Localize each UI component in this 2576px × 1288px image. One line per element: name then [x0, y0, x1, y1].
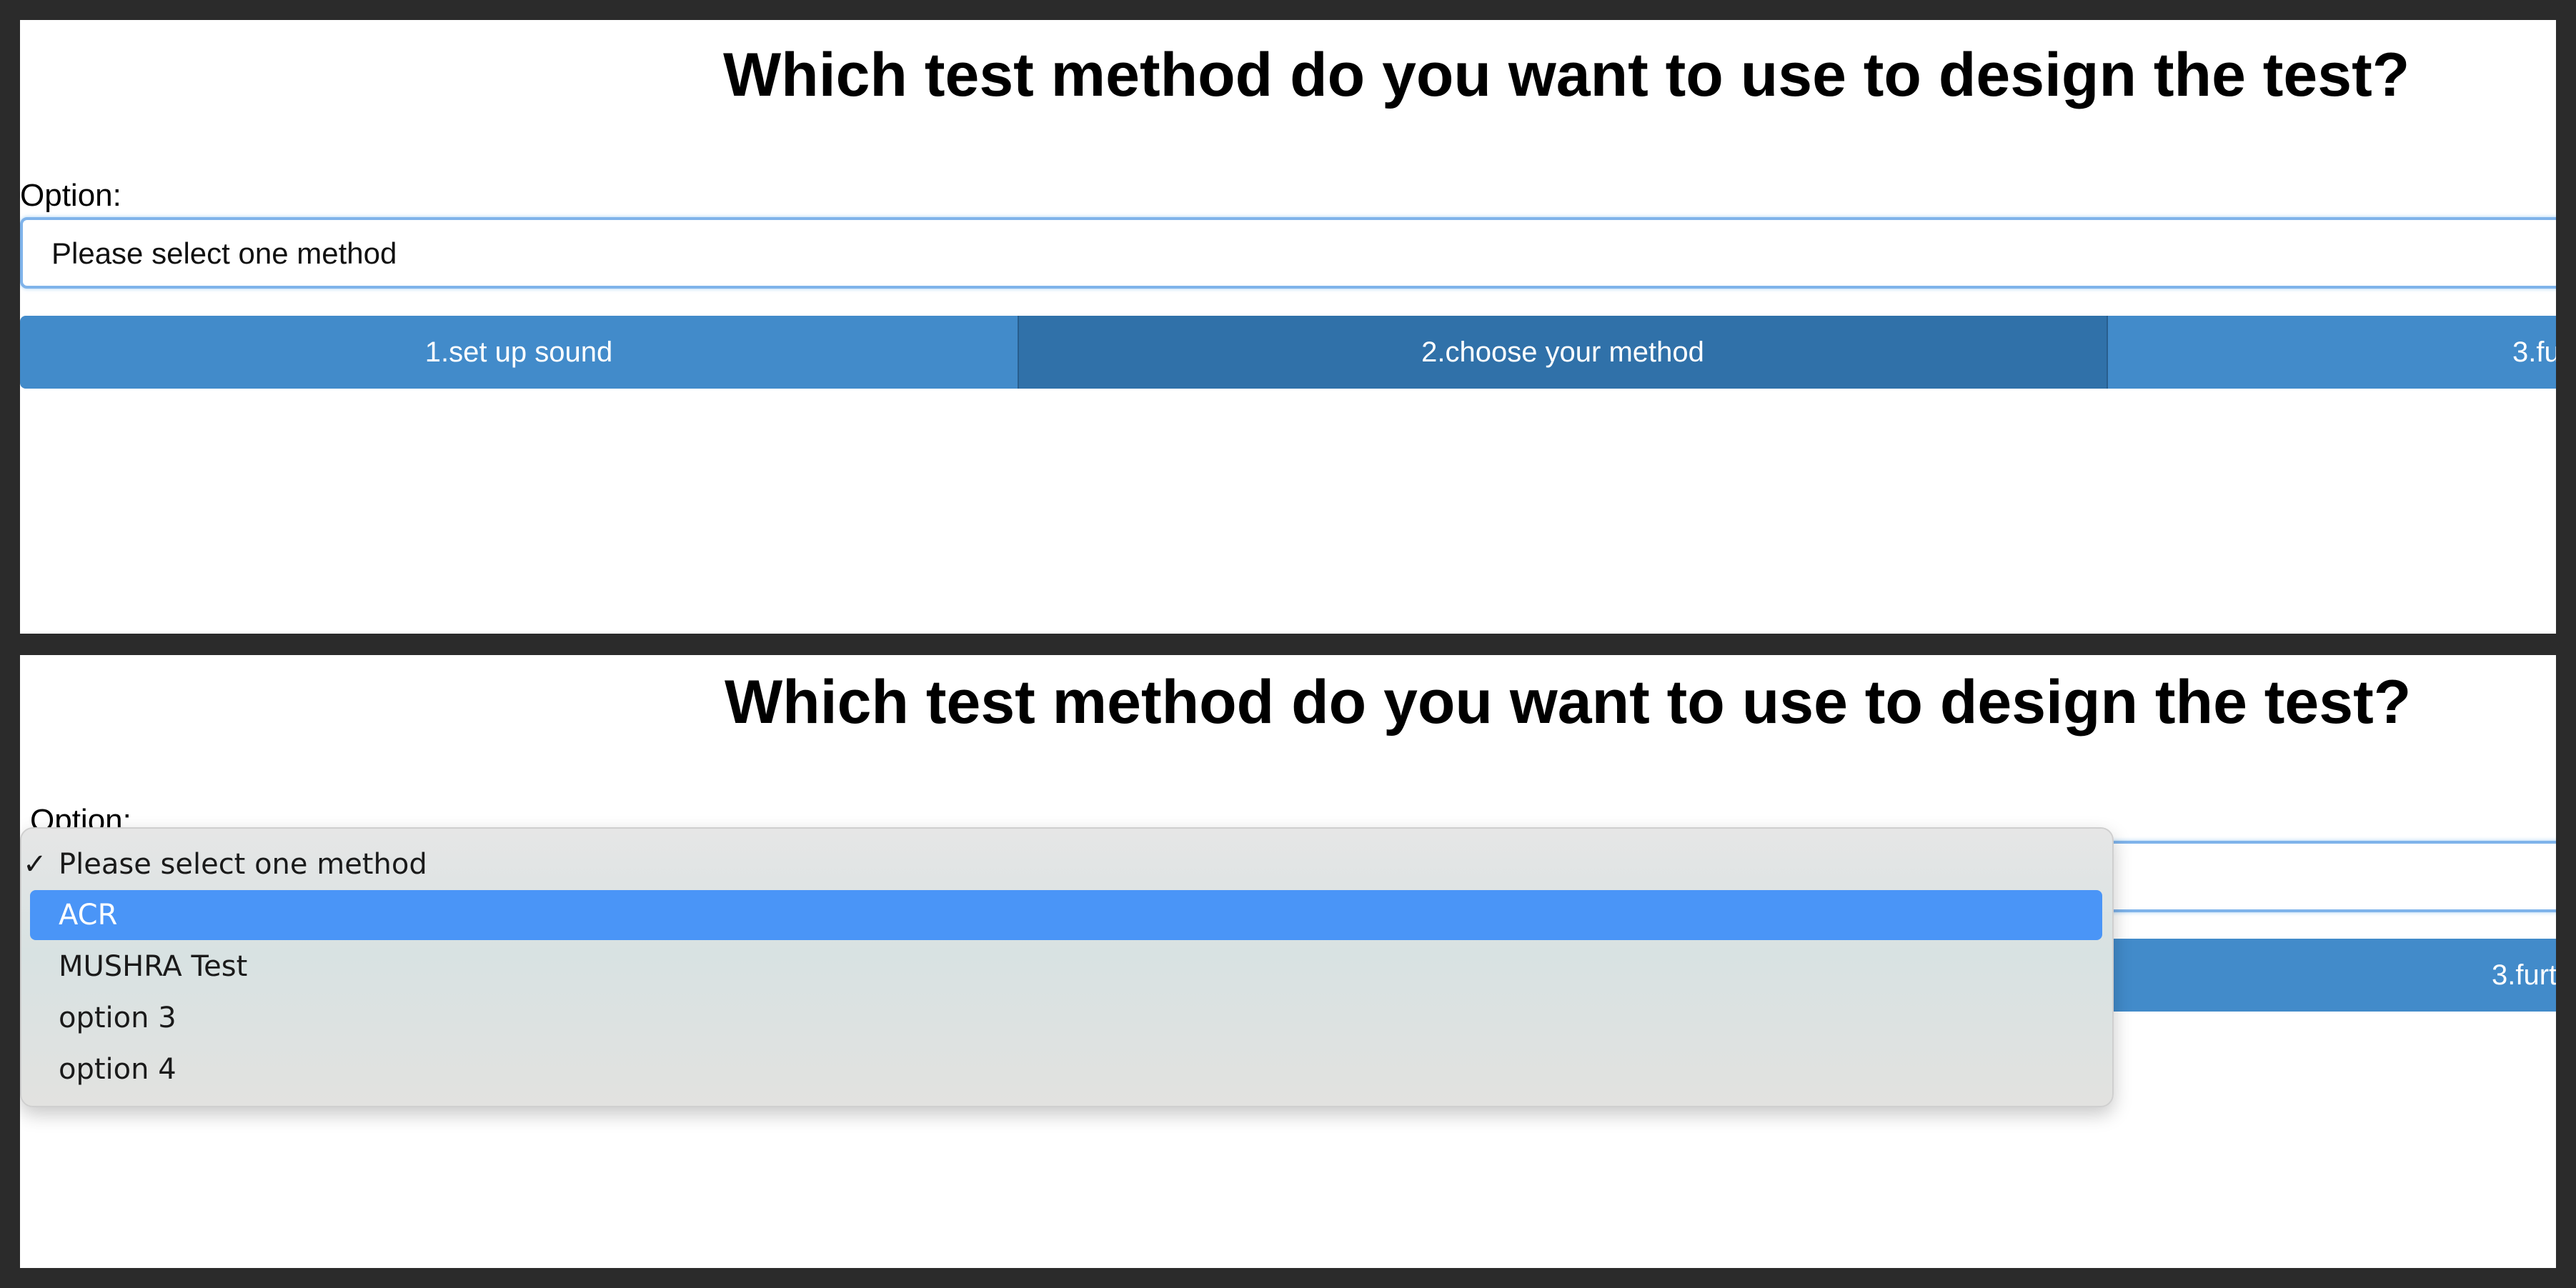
- page-title: Which test method do you want to use to …: [723, 41, 2410, 109]
- top-panel: Which test method do you want to use to …: [20, 20, 2556, 634]
- dropdown-option-4[interactable]: option 4: [30, 1044, 2102, 1094]
- method-select-value: Please select one method: [51, 236, 397, 270]
- step-further[interactable]: 3.furt: [2108, 939, 2556, 1012]
- dropdown-option-placeholder[interactable]: ✓ Please select one method: [23, 839, 2102, 889]
- dropdown-option-label: option 3: [59, 1002, 176, 1034]
- dropdown-option-label: ACR: [59, 899, 118, 932]
- dropdown-option-label: MUSHRA Test: [59, 950, 248, 983]
- option-label: Option:: [20, 178, 121, 213]
- dropdown-option-label: Please select one method: [59, 848, 427, 881]
- step-bar: 1.set up sound 2.choose your method 3.fu: [20, 316, 2556, 389]
- dropdown-option-label: option 4: [59, 1053, 176, 1086]
- step-further[interactable]: 3.fu: [2108, 316, 2556, 389]
- page-title: Which test method do you want to use to …: [725, 668, 2412, 737]
- step-setup-sound[interactable]: 1.set up sound: [20, 316, 1018, 389]
- dropdown-option-3[interactable]: option 3: [30, 993, 2102, 1043]
- checkmark-icon: ✓: [23, 848, 47, 881]
- step-choose-method[interactable]: 2.choose your method: [1018, 316, 2108, 389]
- dropdown-option-mushra[interactable]: MUSHRA Test: [30, 942, 2102, 992]
- dropdown-option-acr[interactable]: ACR: [30, 890, 2102, 940]
- bottom-panel: Which test method do you want to use to …: [20, 655, 2556, 1268]
- method-dropdown-menu: ✓ Please select one method ACR MUSHRA Te…: [20, 827, 2114, 1107]
- method-select[interactable]: Please select one method: [20, 217, 2556, 289]
